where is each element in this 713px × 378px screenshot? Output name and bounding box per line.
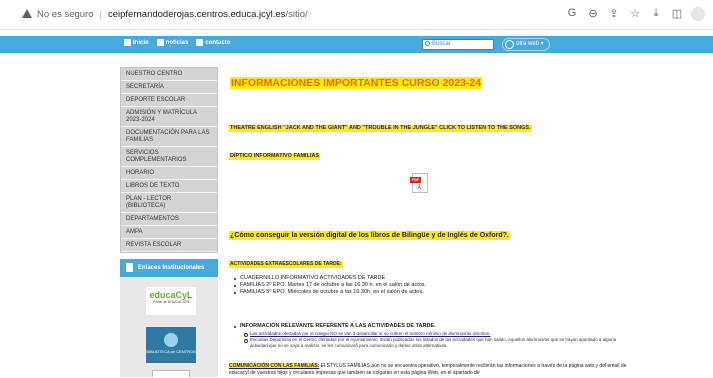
sidebar-item-revista[interactable]: REVISTA ESCOLAR — [121, 239, 217, 252]
pdf-symbol-icon: ⅄ — [417, 184, 422, 191]
news-icon — [156, 39, 164, 46]
zoom-icon[interactable]: ⊖ — [586, 7, 600, 21]
list-item: FAMILIAS 2º EPO. Martes 17 de octubre a … — [232, 282, 426, 289]
enlaces-header: Enlaces Institucionales — [120, 259, 218, 277]
url-host[interactable]: ceipfernandoderojas.centros.educa.jcyl.e… — [108, 9, 285, 20]
activities-list: CUADERNILLO INFORMATIVO ACTIVIDADES DE T… — [232, 275, 426, 296]
nav-link-label: contacto — [205, 39, 231, 46]
comunicacion-lead[interactable]: COMUNICACIÓN CON LAS FAMILIAS: — [229, 363, 320, 369]
nav-link-label: Inicio — [133, 39, 149, 46]
biblioteca-label: BIBLIOTECA de CENTROS — [146, 349, 196, 354]
info-sublist: Las actividades ofertadas por el colegio… — [242, 331, 622, 349]
comunicacion-paragraph: COMUNICACIÓN CON LAS FAMILIAS: El STYLUS… — [229, 363, 639, 376]
list-item: FAMILIAS 5º EPO. Miércoles de octubre a … — [232, 289, 426, 296]
sidebar-item-secretaria[interactable]: SECRETARÍA — [121, 81, 217, 94]
google-g-icon[interactable]: G — [565, 7, 579, 21]
sidebar-item-servicios[interactable]: SERVICIOS COMPLEMENTARIOS — [121, 147, 217, 167]
pdf-tag: PDF — [410, 177, 421, 183]
institutional-links: educaCyL Portal de EDUCACIÓN BIBLIOTECA … — [120, 277, 218, 377]
nav-link-label: noticias — [165, 39, 189, 46]
address-separator: | — [99, 9, 102, 20]
star-icon[interactable]: ☆ — [628, 7, 642, 21]
browser-toolbar: No es seguro | ceipfernandoderojas.centr… — [0, 0, 713, 30]
sidebar-item-libros[interactable]: LIBROS DE TEXTO — [121, 180, 217, 193]
sidebar-item-deporte-escolar[interactable]: DEPORTE ESCOLAR — [121, 94, 217, 107]
download-icon[interactable]: ⤓ — [649, 7, 663, 21]
diptico-link[interactable]: DÍPTICO INFORMATIVO FAMILIAS — [229, 153, 321, 160]
nav-link-inicio[interactable]: Inicio — [124, 39, 149, 46]
info-list: INFORMACIÓN RELEVANTE REFERENTE A LAS AC… — [232, 323, 436, 330]
oxford-digital-link[interactable]: ¿Cómo conseguir la versión digital de lo… — [229, 231, 510, 240]
address-bar[interactable]: No es seguro | ceipfernandoderojas.centr… — [22, 9, 308, 20]
sidebar-item-ampa[interactable]: AMPA — [121, 226, 217, 239]
other-web-label: otra web ▾ — [516, 41, 544, 47]
search-placeholder: Buscar — [432, 41, 451, 47]
site-nav-links: Inicio noticias contacto — [124, 39, 230, 46]
educacyl-subtitle: Portal de EDUCACIÓN — [153, 300, 189, 304]
educacyl-logo-text: educaCyL — [149, 290, 193, 300]
enlaces-title: Enlaces Institucionales — [138, 265, 205, 271]
search-input[interactable]: Buscar — [422, 39, 494, 50]
educacyl-logo-link[interactable]: educaCyL Portal de EDUCACIÓN — [146, 287, 196, 315]
sidebar-item-documentacion[interactable]: DOCUMENTACIÓN PARA LAS FAMILIAS — [121, 127, 217, 147]
sidebar-item-departamentos[interactable]: DEPARTAMENTOS — [121, 213, 217, 226]
other-web-dropdown[interactable]: otra web ▾ — [502, 38, 550, 51]
pdf-icon[interactable]: PDF ⅄ — [410, 173, 428, 193]
list-item: Escuelas Deportivas en el Centro ofertad… — [242, 337, 622, 349]
theatre-link[interactable]: THEATRE ENGLISH "JACK AND THE GIANT" AND… — [229, 125, 532, 132]
sidebar-item-nuestro-centro[interactable]: NUESTRO CENTRO — [121, 68, 217, 81]
security-label[interactable]: No es seguro — [37, 9, 94, 20]
biblioteca-icon — [164, 333, 178, 347]
warning-icon — [22, 9, 32, 18]
info-title: INFORMACIÓN RELEVANTE REFERENTE A LAS AC… — [232, 323, 436, 330]
info-sub-text: Escuelas Deportivas en el Centro ofertad… — [250, 337, 617, 348]
browser-actions: G ⊖ ⇪ ☆ ⤓ ◫ — [565, 7, 705, 21]
activities-title: ACTIVIDADES EXTRAESCOLARES DE TARDE: — [229, 261, 343, 268]
search-icon — [425, 41, 430, 46]
share-icon[interactable]: ⇪ — [607, 7, 621, 21]
profile-icon[interactable] — [691, 7, 705, 21]
url-path[interactable]: /sitio/ — [285, 9, 307, 20]
mail-icon — [196, 39, 204, 46]
sidebar-item-admision[interactable]: ADMISIÓN Y MATRÍCULA 2023-2024 — [121, 107, 217, 127]
sidebar: NUESTRO CENTRO SECRETARÍA DEPORTE ESCOLA… — [120, 67, 218, 377]
sidebar-item-horario[interactable]: HORARIO — [121, 167, 217, 180]
page-title: INFORMACIONES IMPORTANTES CURSO 2023-24 — [230, 77, 483, 89]
sidebar-item-plan-lector[interactable]: PLAN - LECTOR (BIBLIOTECA) — [121, 193, 217, 213]
globe-icon — [505, 40, 514, 49]
list-item[interactable]: CUADERNILLO INFORMATIVO ACTIVIDADES DE T… — [232, 275, 426, 282]
nav-link-noticias[interactable]: noticias — [156, 39, 189, 46]
biblioteca-link[interactable]: BIBLIOTECA de CENTROS — [146, 327, 196, 363]
info-sub-text[interactable]: Las actividades ofertadas por el colegio… — [250, 331, 490, 336]
sidebar-icon[interactable]: ◫ — [670, 7, 684, 21]
home-icon — [124, 39, 131, 46]
site-top-bar: Inicio noticias contacto Buscar otra web… — [0, 36, 713, 53]
nav-link-contacto[interactable]: contacto — [196, 39, 230, 46]
third-badge-link[interactable] — [152, 370, 190, 377]
sidebar-menu: NUESTRO CENTRO SECRETARÍA DEPORTE ESCOLA… — [120, 67, 218, 253]
book-icon — [126, 263, 133, 272]
